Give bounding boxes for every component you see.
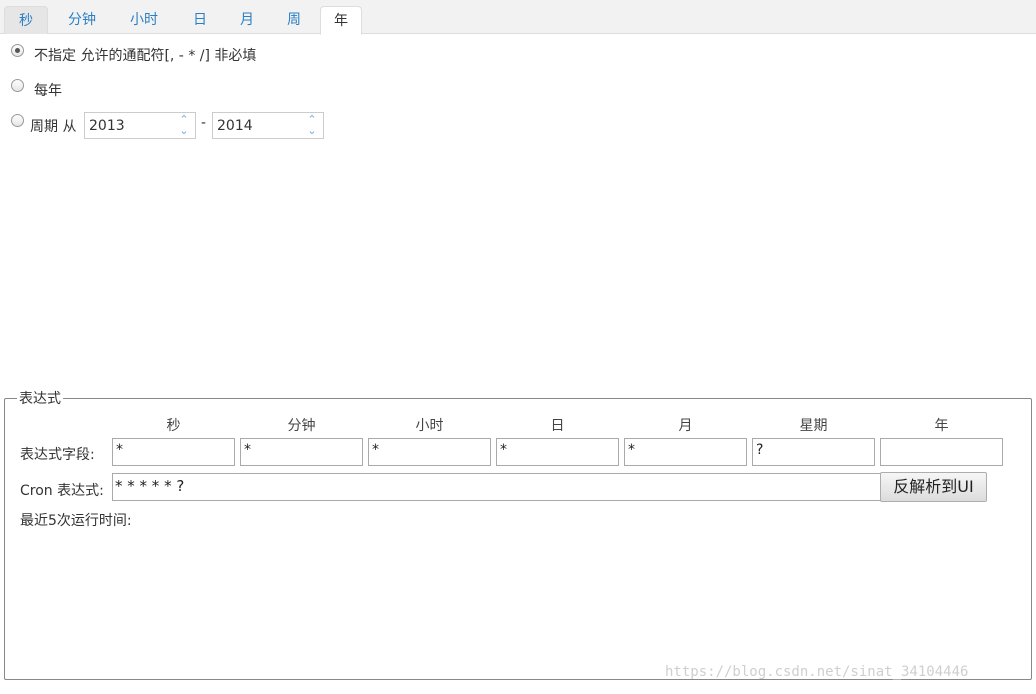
field-minute-input[interactable]: * xyxy=(240,438,363,466)
option-every-year-label: 每年 xyxy=(34,83,62,99)
tab-minute[interactable]: 分钟 xyxy=(56,6,108,34)
field-month-input[interactable]: * xyxy=(624,438,747,466)
period-to-spinner[interactable]: 2014 ⌃ ⌄ xyxy=(212,112,324,139)
column-header-hour: 小时 xyxy=(415,418,444,434)
option-period-label: 周期 从 xyxy=(30,119,77,135)
radio-every-year[interactable] xyxy=(11,79,24,92)
radio-period[interactable] xyxy=(11,114,24,127)
field-label: 表达式字段: xyxy=(20,447,95,463)
column-header-month: 月 xyxy=(678,418,693,434)
period-from-spinner[interactable]: 2013 ⌃ ⌄ xyxy=(84,112,196,139)
tab-month[interactable]: 月 xyxy=(227,6,267,34)
tab-second[interactable]: 秒 xyxy=(4,6,48,34)
option-unspecified-label: 不指定 允许的通配符[, - * /] 非必填 xyxy=(34,48,257,64)
tab-bar: 秒 分钟 小时 日 月 周 年 xyxy=(0,0,1036,35)
period-from-value: 2013 xyxy=(89,118,125,134)
cron-expression-input[interactable]: * * * * * ? xyxy=(112,473,882,501)
expression-legend: 表达式 xyxy=(19,391,61,407)
period-separator: - xyxy=(201,115,207,131)
tab-year[interactable]: 年 xyxy=(320,6,362,35)
parse-to-ui-button[interactable]: 反解析到UI xyxy=(880,472,987,502)
period-to-value: 2014 xyxy=(217,118,253,134)
column-header-minute: 分钟 xyxy=(287,418,316,434)
column-header-weekday: 星期 xyxy=(799,418,828,434)
spinner-down-icon[interactable]: ⌄ xyxy=(303,125,321,136)
watermark: https://blog.csdn.net/sinat_34104446 xyxy=(665,664,969,680)
cron-label: Cron 表达式: xyxy=(20,483,104,499)
spinner-down-icon[interactable]: ⌄ xyxy=(175,125,193,136)
radio-unspecified[interactable] xyxy=(11,44,24,57)
field-hour-input[interactable]: * xyxy=(368,438,491,466)
field-second-input[interactable]: * xyxy=(112,438,235,466)
tab-week[interactable]: 周 xyxy=(274,6,314,34)
tab-day[interactable]: 日 xyxy=(180,6,220,34)
column-header-day: 日 xyxy=(550,418,565,434)
field-year-input[interactable] xyxy=(880,438,1003,466)
field-weekday-input[interactable]: ? xyxy=(752,438,875,466)
column-header-second: 秒 xyxy=(166,418,181,434)
tab-hour[interactable]: 小时 xyxy=(118,6,170,34)
column-header-year: 年 xyxy=(934,418,949,434)
field-day-input[interactable]: * xyxy=(496,438,619,466)
recent-runs-label: 最近5次运行时间: xyxy=(20,513,132,529)
